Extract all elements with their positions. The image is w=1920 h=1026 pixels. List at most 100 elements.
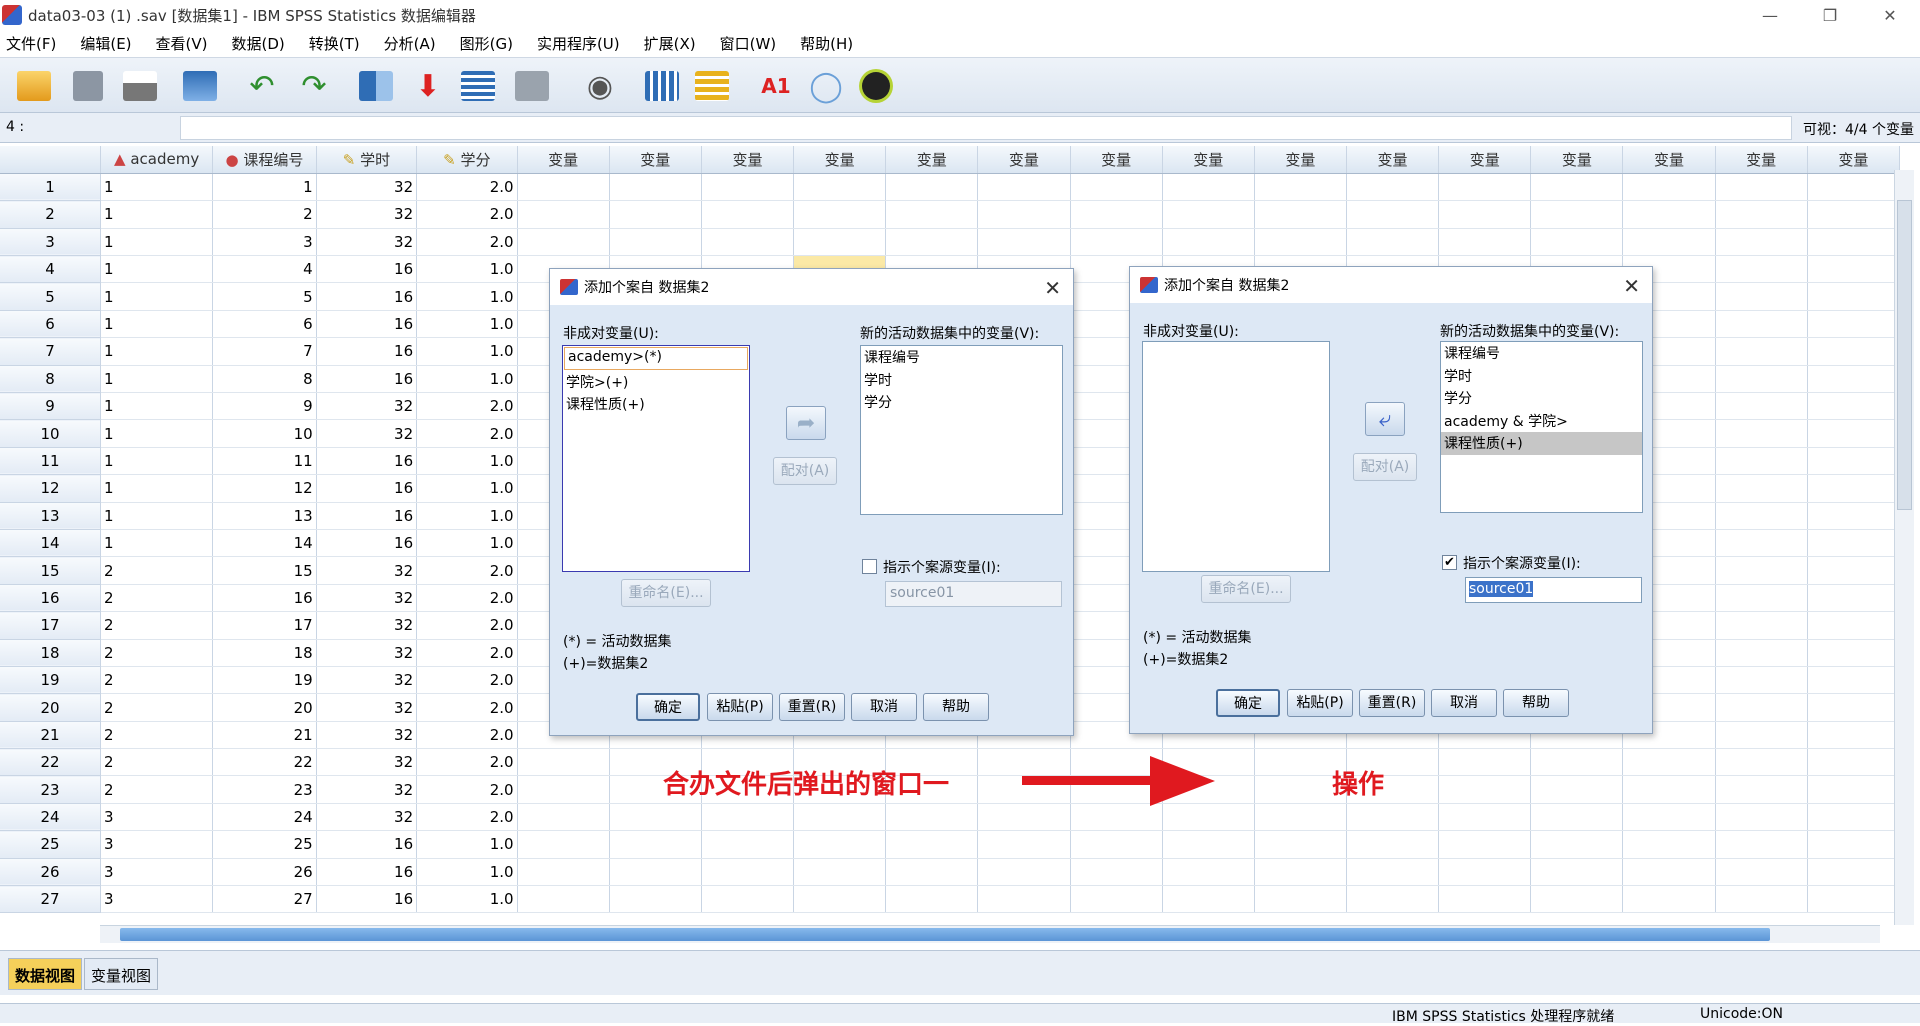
empty-cell[interactable]: [1530, 200, 1624, 229]
empty-cell[interactable]: [1438, 830, 1532, 859]
empty-cell[interactable]: [1807, 282, 1900, 311]
empty-cell[interactable]: [609, 830, 702, 859]
data-cell[interactable]: 15: [212, 556, 317, 585]
empty-cell[interactable]: [1807, 858, 1900, 887]
help-button[interactable]: 帮助: [923, 693, 989, 721]
row-header[interactable]: 25: [0, 830, 101, 859]
row-header[interactable]: 21: [0, 721, 101, 750]
data-cell[interactable]: 1.0: [416, 885, 518, 914]
list-item[interactable]: 学分: [861, 391, 1062, 414]
empty-cell[interactable]: [1530, 775, 1624, 804]
empty-cell[interactable]: [1715, 693, 1808, 722]
empty-cell[interactable]: [885, 173, 979, 202]
menu-file[interactable]: 文件(F): [6, 33, 56, 54]
empty-cell[interactable]: [1346, 830, 1440, 859]
empty-cell[interactable]: [1715, 447, 1808, 476]
empty-cell[interactable]: [1162, 858, 1255, 887]
empty-cell[interactable]: [1715, 282, 1808, 311]
empty-cell[interactable]: [1807, 474, 1900, 503]
data-cell[interactable]: 2.0: [416, 775, 518, 804]
data-cell[interactable]: 4: [212, 255, 317, 284]
column-header[interactable]: ✎ 学时: [316, 146, 418, 174]
empty-cell[interactable]: [1807, 885, 1900, 914]
data-cell[interactable]: 1: [100, 474, 214, 503]
empty-cell[interactable]: [977, 885, 1071, 914]
menu-view[interactable]: 查看(V): [156, 33, 208, 54]
row-header[interactable]: 7: [0, 337, 101, 366]
tab-variable-view[interactable]: 变量视图: [84, 958, 159, 990]
data-cell[interactable]: 1.0: [416, 858, 518, 887]
row-header[interactable]: 18: [0, 639, 101, 667]
goto-variable-icon[interactable]: ⬇: [408, 66, 448, 106]
empty-cell[interactable]: [701, 228, 795, 257]
empty-cell[interactable]: [1438, 885, 1532, 914]
row-header[interactable]: 9: [0, 392, 101, 421]
empty-cell[interactable]: [1715, 803, 1808, 832]
empty-cell[interactable]: [1807, 666, 1900, 695]
data-cell[interactable]: 21: [212, 721, 317, 750]
data-cell[interactable]: 2: [100, 584, 214, 613]
data-cell[interactable]: 3: [212, 228, 317, 257]
empty-cell[interactable]: [1807, 803, 1900, 832]
row-header[interactable]: 6: [0, 310, 101, 339]
empty-cell[interactable]: [793, 885, 887, 914]
data-cell[interactable]: 16: [212, 584, 317, 613]
data-cell[interactable]: 2.0: [416, 666, 518, 695]
data-cell[interactable]: 16: [316, 885, 418, 914]
minimize-button[interactable]: —: [1740, 0, 1800, 30]
data-cell[interactable]: 2.0: [416, 639, 518, 667]
data-cell[interactable]: 1.0: [416, 337, 518, 366]
data-cell[interactable]: 32: [316, 775, 418, 804]
menu-analyze[interactable]: 分析(A): [384, 33, 436, 54]
empty-cell[interactable]: [1070, 830, 1163, 859]
row-header[interactable]: 10: [0, 419, 101, 448]
list-item-selected[interactable]: 课程性质(+): [1441, 432, 1642, 455]
data-cell[interactable]: 3: [100, 885, 214, 914]
empty-cell[interactable]: [793, 803, 887, 832]
menu-extensions[interactable]: 扩展(X): [644, 33, 696, 54]
print-icon[interactable]: [120, 66, 160, 106]
empty-cell[interactable]: [977, 228, 1071, 257]
empty-cell[interactable]: [1715, 639, 1808, 667]
data-cell[interactable]: 32: [316, 173, 418, 202]
data-cell[interactable]: 1.0: [416, 365, 518, 394]
data-cell[interactable]: 2.0: [416, 803, 518, 832]
empty-cell[interactable]: [701, 173, 795, 202]
data-cell[interactable]: 32: [316, 666, 418, 695]
unpaired-list[interactable]: [1142, 341, 1330, 572]
data-cell[interactable]: 32: [316, 556, 418, 585]
empty-column-header[interactable]: 变量: [609, 146, 702, 174]
paste-button[interactable]: 粘贴(P): [1287, 689, 1353, 717]
empty-cell[interactable]: [977, 803, 1071, 832]
row-header[interactable]: 24: [0, 803, 101, 832]
empty-cell[interactable]: [1807, 748, 1900, 777]
empty-cell[interactable]: [517, 803, 610, 832]
empty-cell[interactable]: [1438, 228, 1532, 257]
empty-cell[interactable]: [1530, 830, 1624, 859]
data-cell[interactable]: 2: [100, 639, 214, 667]
empty-cell[interactable]: [793, 200, 887, 229]
help-button[interactable]: 帮助: [1503, 689, 1569, 717]
data-cell[interactable]: 14: [212, 529, 317, 558]
row-header[interactable]: 19: [0, 666, 101, 695]
data-cell[interactable]: 16: [316, 255, 418, 284]
menu-help[interactable]: 帮助(H): [800, 33, 853, 54]
empty-cell[interactable]: [1807, 693, 1900, 722]
reset-button[interactable]: 重置(R): [1359, 689, 1425, 717]
empty-cell[interactable]: [1715, 830, 1808, 859]
row-header[interactable]: 13: [0, 502, 101, 530]
row-header[interactable]: 1: [0, 173, 101, 202]
empty-cell[interactable]: [1715, 255, 1808, 284]
empty-cell[interactable]: [1715, 885, 1808, 914]
empty-cell[interactable]: [1715, 502, 1808, 530]
empty-cell[interactable]: [1807, 775, 1900, 804]
empty-cell[interactable]: [609, 803, 702, 832]
data-cell[interactable]: 1.0: [416, 255, 518, 284]
value-labels-icon[interactable]: A1: [756, 66, 796, 106]
empty-cell[interactable]: [793, 228, 887, 257]
empty-cell[interactable]: [1715, 748, 1808, 777]
empty-cell[interactable]: [1807, 365, 1900, 394]
empty-cell[interactable]: [1807, 310, 1900, 339]
empty-cell[interactable]: [1715, 858, 1808, 887]
data-cell[interactable]: 2.0: [416, 584, 518, 613]
